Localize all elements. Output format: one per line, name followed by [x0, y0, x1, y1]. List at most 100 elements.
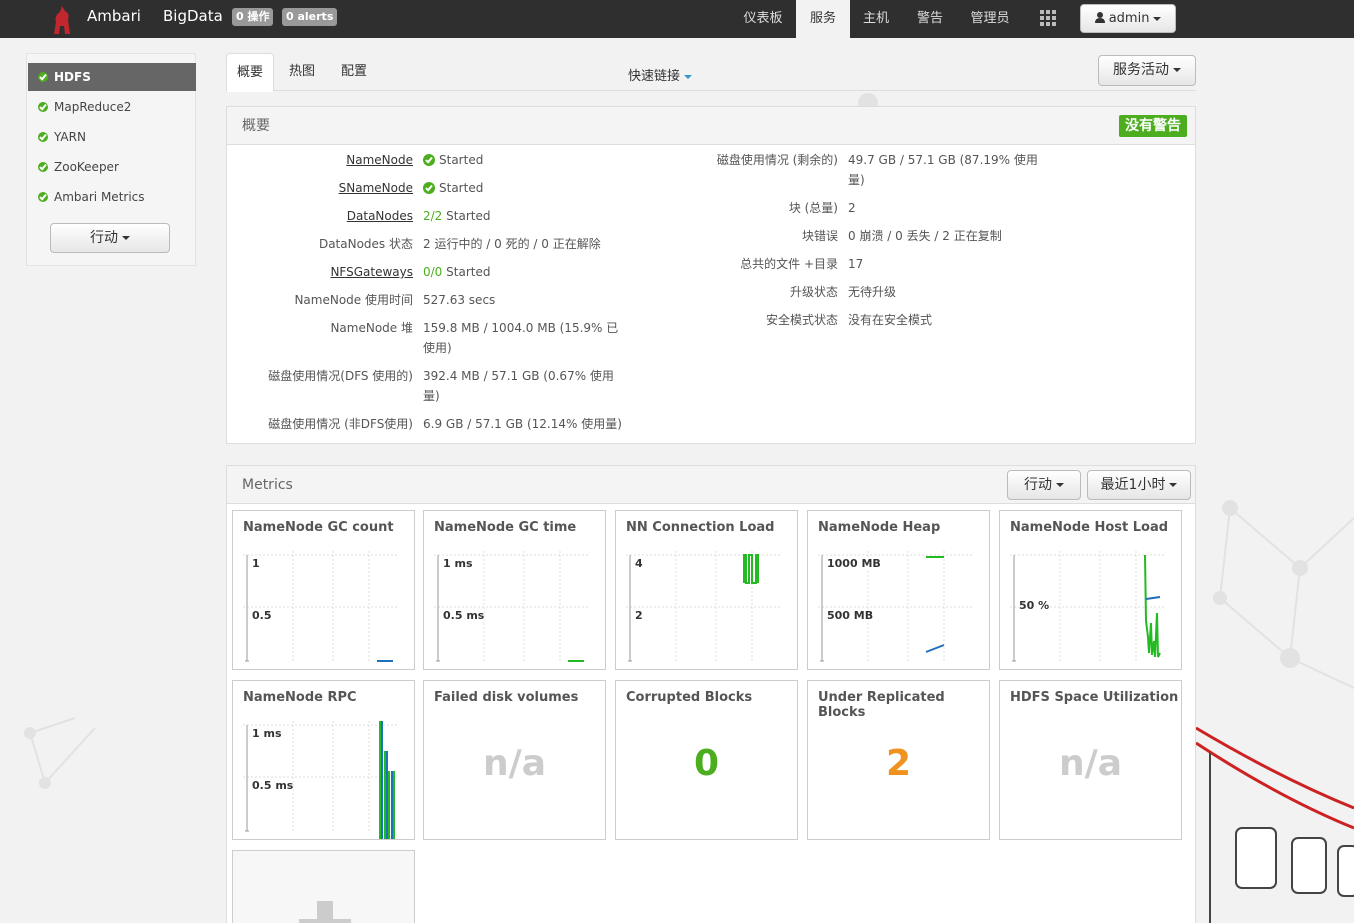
metric-widget-title: NameNode GC count — [243, 520, 394, 535]
summary-row-value: 无待升级 — [848, 282, 1048, 302]
add-widget-button[interactable] — [232, 850, 415, 923]
user-name: admin — [1108, 11, 1150, 26]
summary-row-text: 392.4 MB / 57.1 GB (0.67% 使用 — [423, 369, 614, 383]
chevron-down-icon — [684, 74, 693, 79]
nav-admin[interactable]: 管理员 — [960, 0, 1020, 38]
metric-widget-title: NameNode Heap — [818, 520, 941, 535]
summary-row-value: 6.9 GB / 57.1 GB (12.14% 使用量) — [423, 414, 633, 434]
brand-name[interactable]: Ambari — [87, 7, 141, 25]
views-grid-icon[interactable] — [1040, 10, 1056, 26]
metric-widget-namenode-host-load[interactable]: NameNode Host Load 50 % — [999, 510, 1182, 670]
metrics-panel-header: Metrics 行动 最近1小时 — [227, 466, 1195, 504]
metric-axis-tick: 0.5 ms — [252, 779, 294, 792]
summary-row-label[interactable]: NFSGateways — [330, 262, 413, 282]
metric-series-bar — [386, 751, 388, 839]
summary-row-value: 17 — [848, 254, 1048, 274]
summary-row-value: Started — [423, 178, 633, 198]
sidebar-item-label: ZooKeeper — [54, 160, 119, 174]
metric-series-line — [1145, 596, 1161, 600]
summary-row-label: 安全模式状态 — [765, 313, 838, 327]
metrics-action-label: 行动 — [1024, 477, 1052, 493]
chevron-down-icon — [1056, 483, 1064, 487]
summary-panel: 概要 没有警告 NameNode Started SNameNode Started D… — [226, 106, 1196, 444]
service-actions-button[interactable]: 服务活动 — [1098, 55, 1196, 86]
metric-sparkline — [243, 551, 397, 662]
plus-icon — [299, 901, 351, 923]
metric-axis-tick: 4 — [635, 557, 643, 570]
cluster-name[interactable]: BigData — [163, 7, 223, 25]
metric-series-bar — [381, 721, 383, 839]
tab-heatmaps[interactable]: 热图 — [279, 53, 325, 91]
quick-links-label: 快速链接 — [628, 69, 681, 84]
metric-widget-corrupted-blocks[interactable]: Corrupted Blocks 0 — [615, 680, 798, 840]
nav-dashboard[interactable]: 仪表板 — [733, 0, 793, 38]
user-menu-button[interactable]: admin — [1080, 4, 1176, 33]
metric-series-line — [1144, 554, 1161, 658]
metric-widget-title: Failed disk volumes — [434, 690, 579, 705]
summary-panel-header: 概要 没有警告 — [227, 107, 1195, 145]
summary-row-label[interactable]: NameNode — [346, 150, 413, 170]
summary-row-text-cont: 量) — [848, 173, 865, 187]
summary-row-label: 磁盘使用情况 (剩余的) — [716, 153, 838, 167]
metric-widget-title: NameNode GC time — [434, 520, 577, 535]
metric-axis-tick: 2 — [635, 609, 643, 622]
metric-widget-under-replicated-blocks[interactable]: Under Replicated Blocks 2 — [807, 680, 990, 840]
nav-alerts[interactable]: 警告 — [906, 0, 954, 38]
sidebar-item-hdfs[interactable]: HDFS — [28, 63, 196, 91]
summary-row-label[interactable]: DataNodes — [347, 206, 413, 226]
chevron-down-icon — [1153, 16, 1162, 21]
alerts-badge[interactable]: 0 alerts — [282, 8, 338, 26]
status-ok-icon — [38, 162, 48, 172]
metric-series-bar — [393, 771, 395, 839]
metric-series-line — [925, 644, 945, 653]
metric-series-line — [743, 554, 759, 584]
metric-widget-title: HDFS Space Utilization — [1010, 690, 1179, 705]
time-range-dropdown[interactable]: 最近1小时 — [1087, 470, 1191, 500]
metric-widget-hdfs-space-utilization[interactable]: HDFS Space Utilization n/a — [999, 680, 1182, 840]
sidebar-item-label: Ambari Metrics — [54, 190, 145, 204]
summary-row-text-cont: 使用) — [423, 341, 452, 355]
metrics-action-button[interactable]: 行动 — [1007, 470, 1081, 500]
tab-configs[interactable]: 配置 — [330, 53, 378, 91]
component-count: 0/0 — [423, 265, 443, 279]
service-actions-label: 服务活动 — [1113, 62, 1169, 78]
metric-widget-namenode-rpc[interactable]: NameNode RPC 1 ms 0.5 ms — [232, 680, 415, 840]
sidebar-item-mapreduce2[interactable]: MapReduce2 — [28, 93, 196, 121]
summary-row-label: 块错误 — [801, 229, 838, 243]
tab-summary[interactable]: 概要 — [226, 53, 274, 92]
metric-series-bar — [388, 771, 390, 839]
summary-row-label: 总共的文件 +目录 — [740, 257, 838, 271]
metric-widget-namenode-heap[interactable]: NameNode Heap 1000 MB 500 MB — [807, 510, 990, 670]
summary-row-label: DataNodes 状态 — [318, 237, 413, 251]
no-alerts-badge[interactable]: 没有警告 — [1119, 115, 1187, 137]
metric-series-bar — [384, 751, 386, 839]
metric-widget-namenode-gc-time[interactable]: NameNode GC time 1 ms 0.5 ms — [423, 510, 606, 670]
summary-row-label[interactable]: SNameNode — [339, 178, 413, 198]
summary-row-text: 无待升级 — [848, 285, 897, 299]
sidebar-item-zookeeper[interactable]: ZooKeeper — [28, 153, 196, 181]
nav-hosts[interactable]: 主机 — [852, 0, 900, 38]
metric-sparkline — [626, 551, 780, 662]
summary-row-text: 17 — [848, 257, 864, 271]
chevron-down-icon — [1169, 483, 1178, 487]
summary-row-text: 2 运行中的 / 0 死的 / 0 正在解除 — [423, 237, 601, 251]
metric-widget-title: NameNode Host Load — [1010, 520, 1169, 535]
operations-badge[interactable]: 0 操作 — [232, 8, 274, 26]
metric-widget-namenode-gc-count[interactable]: NameNode GC count 1 0.5 — [232, 510, 415, 670]
started-check-icon — [423, 182, 435, 194]
quick-links-dropdown[interactable]: 快速链接 — [628, 65, 693, 84]
ambari-logo-icon[interactable] — [50, 4, 74, 34]
sidebar-action-button[interactable]: 行动 — [50, 223, 170, 253]
sidebar-item-ambari-metrics[interactable]: Ambari Metrics — [28, 183, 196, 211]
metric-widget-title: NN Connection Load — [626, 520, 775, 535]
user-icon — [1094, 12, 1105, 23]
metric-widget-value: 2 — [885, 743, 912, 784]
nav-services[interactable]: 服务 — [796, 0, 850, 38]
metric-widget-failed-disk-volumes[interactable]: Failed disk volumes n/a — [423, 680, 606, 840]
sidebar-item-yarn[interactable]: YARN — [28, 123, 196, 151]
summary-row-value: 2 — [848, 198, 1048, 218]
summary-row-text: 2 — [848, 201, 856, 215]
metric-widget-nn-connection-load[interactable]: NN Connection Load 4 2 — [615, 510, 798, 670]
status-ok-icon — [38, 192, 48, 202]
metric-axis-tick: 1 ms — [252, 727, 282, 740]
